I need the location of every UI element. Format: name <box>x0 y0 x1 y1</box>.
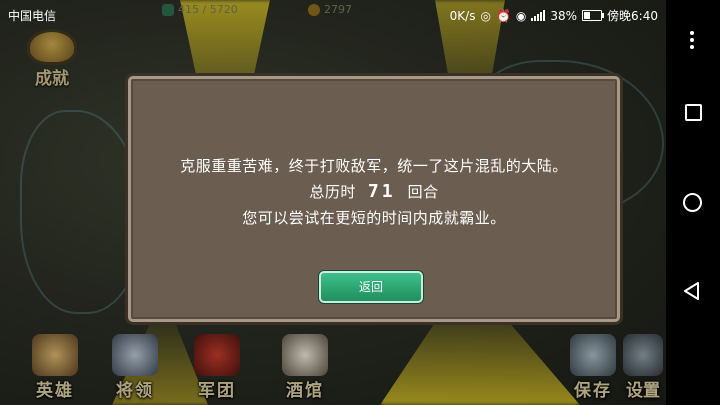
battery-icon <box>582 10 605 21</box>
wifi-calling-icon: ◎ <box>480 8 491 23</box>
more-options-icon[interactable] <box>690 28 694 52</box>
carrier-label: 中国电信 <box>8 9 57 23</box>
turns-suffix: 回合 <box>407 183 439 201</box>
android-navigation-bar <box>666 0 720 405</box>
alarm-icon: ⏰ <box>495 8 511 23</box>
back-triangle-icon[interactable] <box>684 282 700 300</box>
victory-dialog: 克服重重苦难，终于打败敌军，统一了这片混乱的大陆。 总历时 71 回合 您可以尝试在… <box>128 76 620 322</box>
recent-apps-icon[interactable] <box>685 104 702 121</box>
clock: 傍晚6:40 <box>607 9 658 23</box>
turn-count-line: 总历时 71 回合 <box>131 181 617 202</box>
turn-count-value: 71 <box>367 181 396 202</box>
status-bar: 中国电信 0K/s ◎ ⏰ ◉ 38% 傍晚6:40 <box>0 0 666 28</box>
encouragement-message: 您可以尝试在更短的时间内成就霸业。 <box>242 209 506 227</box>
eye-comfort-icon: ◉ <box>515 8 527 23</box>
signal-strength-icon <box>531 10 546 21</box>
victory-message: 克服重重苦难，终于打败敌军，统一了这片混乱的大陆。 <box>180 157 568 175</box>
turns-prefix: 总历时 <box>309 183 356 201</box>
battery-percent: 38% <box>550 8 578 23</box>
home-icon[interactable] <box>683 193 702 212</box>
back-button[interactable]: 返回 <box>319 271 423 303</box>
network-speed: 0K/s <box>449 8 476 23</box>
